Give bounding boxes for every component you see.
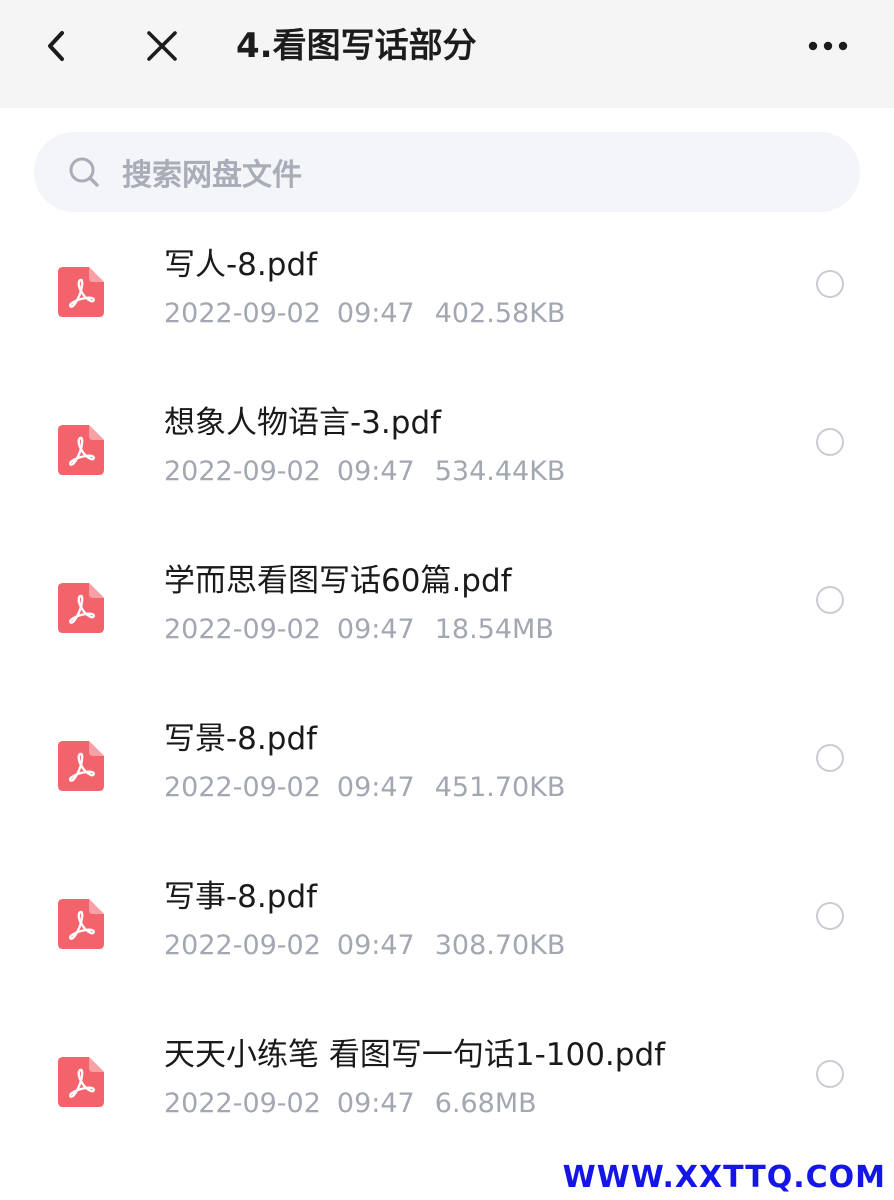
select-radio[interactable] (816, 586, 844, 614)
file-size: 402.58KB (434, 298, 566, 329)
top-bar: 4.看图写话部分 (0, 0, 894, 108)
search-input[interactable]: 搜索网盘文件 (34, 132, 860, 212)
select-radio[interactable] (816, 270, 844, 298)
file-date: 2022-09-02 (164, 930, 321, 961)
file-size: 18.54MB (434, 614, 554, 645)
file-name: 想象人物语言-3.pdf (164, 405, 442, 441)
file-meta: 2022-09-02 09:47 6.68MB (164, 1084, 537, 1124)
file-row[interactable]: 写人-8.pdf 2022-09-02 09:47 402.58KB (0, 242, 894, 400)
file-time: 09:47 (336, 1088, 415, 1119)
file-meta: 2022-09-02 09:47 451.70KB (164, 768, 565, 808)
pdf-file-icon (58, 425, 104, 475)
file-row[interactable]: 写景-8.pdf 2022-09-02 09:47 451.70KB (0, 716, 894, 874)
file-date: 2022-09-02 (164, 298, 321, 329)
select-radio[interactable] (816, 1060, 844, 1088)
file-meta: 2022-09-02 09:47 308.70KB (164, 926, 565, 966)
search-placeholder: 搜索网盘文件 (122, 158, 302, 193)
file-name: 天天小练笔 看图写一句话1-100.pdf (164, 1037, 666, 1073)
file-name: 写景-8.pdf (164, 721, 318, 757)
file-size: 6.68MB (434, 1088, 537, 1119)
file-time: 09:47 (336, 930, 415, 961)
select-radio[interactable] (816, 744, 844, 772)
file-date: 2022-09-02 (164, 772, 321, 803)
file-size: 534.44KB (434, 456, 566, 487)
pdf-file-icon (58, 899, 104, 949)
file-size: 451.70KB (434, 772, 566, 803)
file-name: 写人-8.pdf (164, 247, 318, 283)
file-time: 09:47 (336, 456, 415, 487)
pdf-file-icon (58, 741, 104, 791)
pdf-file-icon (58, 583, 104, 633)
file-time: 09:47 (336, 298, 415, 329)
file-date: 2022-09-02 (164, 456, 321, 487)
close-icon (147, 31, 177, 61)
file-time: 09:47 (336, 614, 415, 645)
close-button[interactable] (132, 18, 192, 74)
file-meta: 2022-09-02 09:47 18.54MB (164, 610, 554, 650)
back-button[interactable] (26, 18, 86, 74)
watermark: WWW.XXTTQ.COM (562, 1160, 886, 1195)
file-date: 2022-09-02 (164, 1088, 321, 1119)
file-meta: 2022-09-02 09:47 534.44KB (164, 452, 565, 492)
file-time: 09:47 (336, 772, 415, 803)
page: 4.看图写话部分 搜索网盘文件 写人-8.pdf 2022-09-02 09:47 4… (0, 0, 894, 1200)
file-name: 学而思看图写话60篇.pdf (164, 563, 512, 599)
file-name: 写事-8.pdf (164, 879, 318, 915)
file-row[interactable]: 想象人物语言-3.pdf 2022-09-02 09:47 534.44KB (0, 400, 894, 558)
select-radio[interactable] (816, 902, 844, 930)
more-dots-icon (808, 41, 848, 51)
page-title: 4.看图写话部分 (236, 26, 477, 66)
file-date: 2022-09-02 (164, 614, 321, 645)
pdf-file-icon (58, 1057, 104, 1107)
more-button[interactable] (798, 18, 858, 74)
chevron-left-icon (48, 31, 64, 61)
file-size: 308.70KB (434, 930, 566, 961)
select-radio[interactable] (816, 428, 844, 456)
search-icon (68, 156, 100, 188)
file-meta: 2022-09-02 09:47 402.58KB (164, 294, 565, 334)
file-row[interactable]: 学而思看图写话60篇.pdf 2022-09-02 09:47 18.54MB (0, 558, 894, 716)
file-row[interactable]: 写事-8.pdf 2022-09-02 09:47 308.70KB (0, 874, 894, 1032)
pdf-file-icon (58, 267, 104, 317)
